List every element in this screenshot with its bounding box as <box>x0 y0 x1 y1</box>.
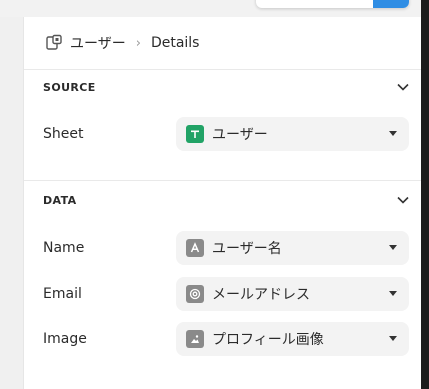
caret-down-icon <box>389 131 397 136</box>
top-accent-button[interactable] <box>373 0 409 8</box>
right-gutter <box>421 0 429 389</box>
left-strip <box>0 17 24 389</box>
breadcrumb-current: Details <box>150 35 200 51</box>
image-select[interactable]: プロフィール画像 <box>176 322 409 356</box>
chevron-down-icon[interactable] <box>395 192 411 208</box>
image-select-value: プロフィール画像 <box>212 332 324 348</box>
caret-down-icon <box>389 291 397 296</box>
top-toolbar-chip[interactable] <box>256 0 409 8</box>
name-select[interactable]: ユーザー名 <box>176 231 409 265</box>
at-icon <box>186 285 204 303</box>
sheet-select-value: ユーザー <box>212 127 268 143</box>
image-icon <box>186 330 204 348</box>
sheet-icon <box>186 125 204 143</box>
image-label: Image <box>43 331 87 347</box>
email-label: Email <box>43 286 82 302</box>
divider <box>24 180 421 181</box>
screen-link-icon <box>44 33 64 53</box>
breadcrumb: ユーザー › Details <box>44 33 199 53</box>
section-title-data: DATA <box>43 194 77 207</box>
section-title-source: SOURCE <box>43 81 96 94</box>
details-panel: ユーザー › Details SOURCE Sheet ユーザー DATA Na… <box>24 17 421 389</box>
email-select-value: メールアドレス <box>212 287 310 303</box>
breadcrumb-parent[interactable]: ユーザー <box>70 33 126 53</box>
top-bar <box>0 0 429 17</box>
chevron-down-icon[interactable] <box>395 79 411 95</box>
divider <box>24 69 421 70</box>
name-select-value: ユーザー名 <box>212 241 282 257</box>
sheet-select[interactable]: ユーザー <box>176 117 409 151</box>
caret-down-icon <box>389 336 397 341</box>
caret-down-icon <box>389 245 397 250</box>
breadcrumb-separator: › <box>135 35 141 51</box>
sheet-label: Sheet <box>43 126 84 142</box>
name-label: Name <box>43 240 85 256</box>
email-select[interactable]: メールアドレス <box>176 277 409 311</box>
text-type-icon <box>186 239 204 257</box>
